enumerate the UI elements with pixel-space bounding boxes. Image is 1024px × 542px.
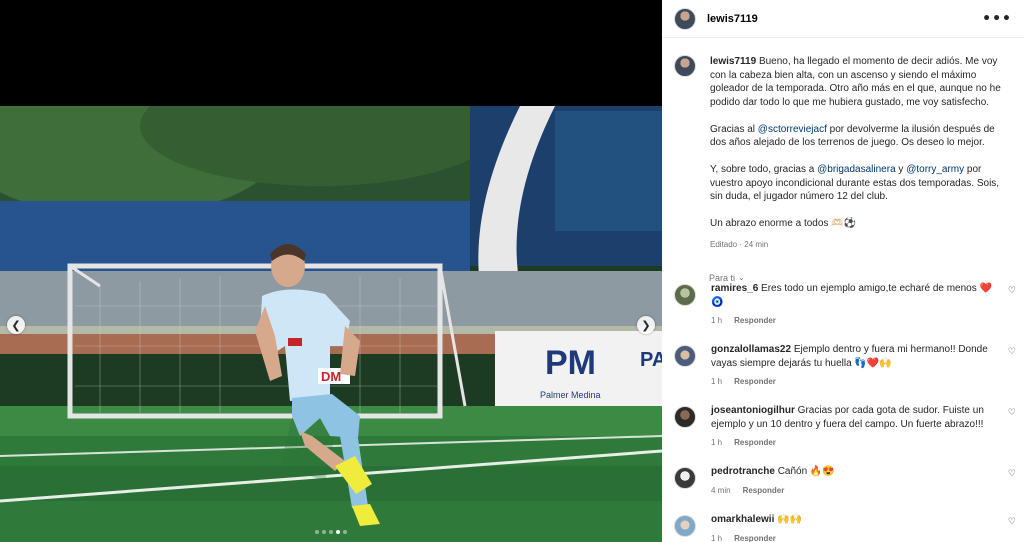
avatar[interactable] [674,345,696,367]
caption-text-part: y [895,164,907,175]
comment-time: 4 min [711,485,731,495]
comment-username[interactable]: omarkhalewii [711,514,774,525]
comment-username[interactable]: gonzalollamas22 [711,344,791,355]
comment-item: pedrotranche Cañón 🔥😍 4 min Responder ♡ [662,465,1024,497]
caption-text: lewis7119 Bueno, ha llegado el momento d… [710,55,1010,252]
heart-icon[interactable]: ♡ [1008,469,1016,479]
comment-text-line: joseantoniogilhur Gracias por cada gota … [711,404,1001,431]
avatar[interactable] [674,284,696,306]
post-author-username[interactable]: lewis7119 [707,13,758,25]
comment-meta: 1 h Responder [711,314,1001,328]
next-slide-button[interactable]: ❯ [637,316,655,334]
chevron-left-icon: ❮ [11,318,21,332]
post-header: lewis7119 ••• [662,0,1024,38]
heart-icon[interactable]: ♡ [1008,347,1016,357]
comment-username[interactable]: joseantoniogilhur [711,405,795,416]
avatar[interactable] [674,406,696,428]
post-photo: PM PA Palmer Medina DM [0,106,662,542]
post-side-panel: lewis7119 ••• lewis7119 Bueno, ha llegad… [662,0,1024,542]
comment-body: joseantoniogilhur Gracias por cada gota … [711,404,1001,450]
reply-button[interactable]: Responder [743,484,785,498]
avatar[interactable] [674,7,696,30]
heart-icon[interactable]: ♡ [1008,286,1016,296]
jersey-sponsor: DM [321,369,341,384]
carousel-dot [315,530,319,534]
football-photo: PM PA Palmer Medina DM [0,106,662,542]
comment-item: ramires_6 Eres todo un ejemplo amigo,te … [662,282,1024,328]
chevron-right-icon: ❯ [641,318,651,332]
comment-time: 1 h [711,438,723,447]
reply-button[interactable]: Responder [734,436,776,450]
comment-text-line: omarkhalewii 🙌🙌 [711,513,1001,527]
caption-username[interactable]: lewis7119 [710,56,756,67]
sort-label: Para ti [709,272,736,283]
comment-text: Cañón 🔥😍 [777,466,835,477]
previous-slide-button[interactable]: ❮ [7,316,25,334]
comment-sort-dropdown[interactable]: Para ti ⌄ [709,273,1024,283]
carousel-dot [336,530,340,534]
avatar[interactable] [674,467,696,489]
comments-scroll[interactable]: lewis7119 Bueno, ha llegado el momento d… [662,39,1024,542]
comment-meta: 1 h Responder [711,375,1001,389]
carousel-dot [322,530,326,534]
comment-text: 🙌🙌 [777,514,803,525]
caption-paragraph-4: Un abrazo enorme a todos 🫶🏻⚽ [710,218,857,229]
heart-icon[interactable]: ♡ [1008,408,1016,418]
comment-text-line: ramires_6 Eres todo un ejemplo amigo,te … [711,282,1001,309]
comment-username[interactable]: pedrotranche [711,466,775,477]
sponsor-subtitle: Palmer Medina [540,390,601,400]
comment-time: 1 h [711,533,723,542]
comment-body: pedrotranche Cañón 🔥😍 4 min Responder [711,465,1001,497]
comment-text-line: pedrotranche Cañón 🔥😍 [711,465,1001,479]
avatar[interactable] [674,55,696,77]
comment-time: 1 h [711,377,723,386]
mention-link[interactable]: @torry_army [906,164,964,175]
carousel-indicator [0,530,662,534]
comment-item: joseantoniogilhur Gracias por cada gota … [662,404,1024,450]
comment-meta: 1 h Responder [711,436,1001,450]
more-options-icon[interactable]: ••• [982,11,1012,27]
comment-meta: 1 h Responder [711,532,1001,542]
caption: lewis7119 Bueno, ha llegado el momento d… [662,39,1024,252]
reply-button[interactable]: Responder [734,375,776,389]
carousel-dot [343,530,347,534]
comment-body: gonzalollamas22 Ejemplo dentro y fuera m… [711,343,1001,389]
comment-username[interactable]: ramires_6 [711,283,758,294]
mention-link[interactable]: @brigadasalinera [817,164,896,175]
comment-item: omarkhalewii 🙌🙌 1 h Responder ♡ [662,513,1024,542]
mention-link[interactable]: @sctorreviejacf [758,124,827,135]
avatar[interactable] [674,515,696,537]
reply-button[interactable]: Responder [734,532,776,542]
caption-text-part: Gracias al [710,123,758,135]
heart-icon[interactable]: ♡ [1008,517,1016,527]
comment-body: omarkhalewii 🙌🙌 1 h Responder [711,513,1001,542]
post-media: PM PA Palmer Medina DM ❮ ❯ [0,0,662,542]
comment-item: gonzalollamas22 Ejemplo dentro y fuera m… [662,343,1024,389]
chevron-down-icon: ⌄ [738,273,745,282]
comment-text-line: gonzalollamas22 Ejemplo dentro y fuera m… [711,343,1001,370]
carousel-dot [329,530,333,534]
comment-meta: 4 min Responder [711,484,1001,498]
sponsor-logo-2: PA [640,349,662,371]
caption-text-part: Y, sobre todo, gracias a [710,164,818,175]
reply-button[interactable]: Responder [734,314,776,328]
caption-meta: Editado · 24 min [710,240,769,249]
sponsor-logo: PM [545,344,596,382]
comment-body: ramires_6 Eres todo un ejemplo amigo,te … [711,282,1001,328]
comment-time: 1 h [711,316,723,325]
